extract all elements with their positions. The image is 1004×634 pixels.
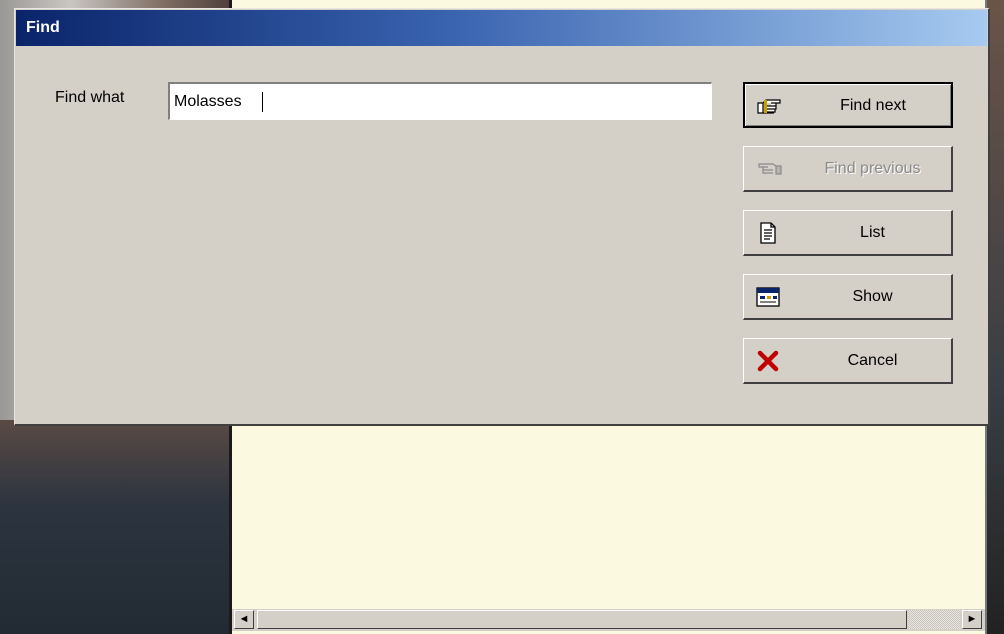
find-previous-button[interactable]: Find previous	[743, 146, 953, 192]
find-next-button[interactable]: Find next	[743, 82, 953, 128]
cancel-button[interactable]: Cancel	[743, 338, 953, 384]
red-x-icon	[756, 350, 782, 372]
find-dialog: Find Find what Find next Find previous	[14, 8, 990, 426]
show-label: Show	[852, 288, 893, 305]
document-icon	[756, 222, 782, 244]
list-button[interactable]: List	[743, 210, 953, 256]
desktop-wallpaper-lower	[0, 420, 235, 634]
pointing-hand-right-icon	[757, 95, 783, 117]
text-caret	[262, 92, 263, 112]
dialog-titlebar[interactable]: Find	[16, 10, 987, 46]
scroll-thumb[interactable]	[257, 610, 907, 629]
scroll-track[interactable]	[908, 610, 960, 629]
pointing-hand-left-icon	[756, 158, 782, 180]
find-previous-label: Find previous	[824, 160, 921, 177]
scroll-left-button[interactable]: ◄	[234, 610, 254, 629]
show-button[interactable]: Show	[743, 274, 953, 320]
scroll-right-button[interactable]: ►	[962, 610, 982, 629]
find-next-label: Find next	[840, 97, 906, 114]
horizontal-scrollbar[interactable]: ◄ ►	[232, 609, 985, 631]
window-preview-icon	[756, 286, 782, 308]
cancel-label: Cancel	[847, 352, 898, 369]
dialog-title: Find	[26, 19, 60, 36]
find-what-input[interactable]	[168, 82, 712, 120]
find-what-label: Find what	[55, 89, 125, 106]
list-label: List	[860, 224, 885, 241]
